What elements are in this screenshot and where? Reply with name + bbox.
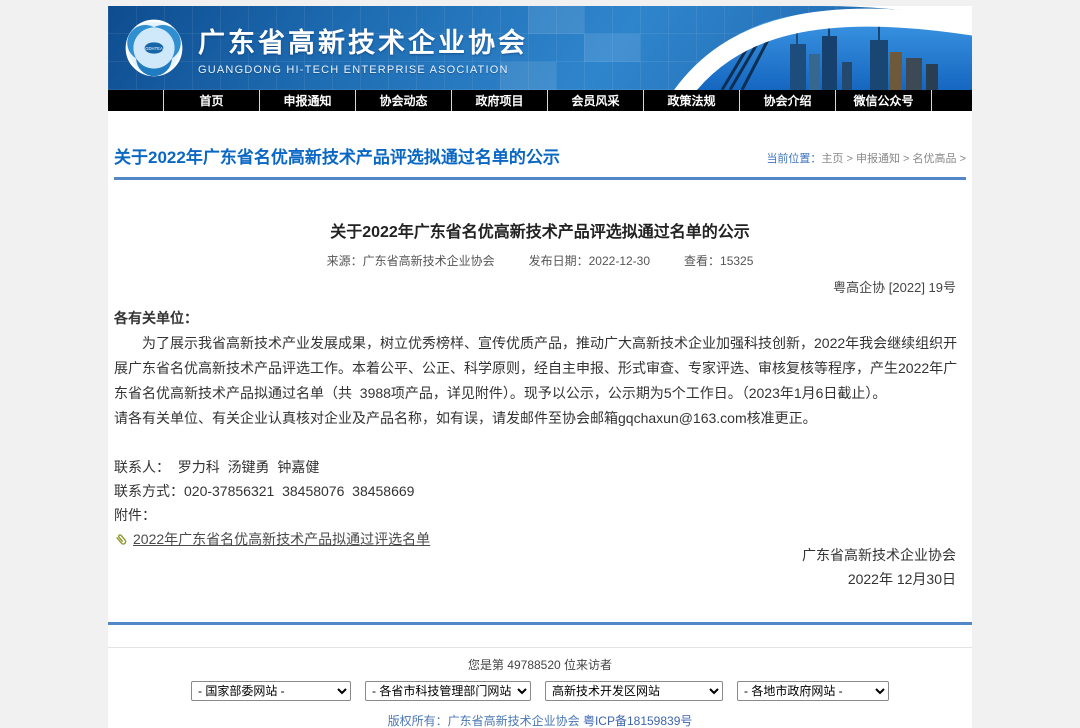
main-nav: 首页 申报通知 协会动态 政府项目 会员风采 政策法规 协会介绍 微信公众号 xyxy=(108,90,972,111)
breadcrumb-path[interactable]: 主页 > 申报通知 > 名优高品 > xyxy=(821,153,966,165)
content-bottom-divider xyxy=(108,622,972,625)
icp-license-link[interactable]: 粤ICP备18159839号 xyxy=(583,714,692,728)
svg-text:GDHTEA: GDHTEA xyxy=(145,46,163,51)
org-name-en: GUANGDONG HI-TECH ENTERPRISE ASOCIATION xyxy=(198,64,528,76)
meta-source: 来源：广东省高新技术企业协会 xyxy=(327,252,495,269)
visitor-counter: 您是第 49788520 位来访者 xyxy=(108,647,972,673)
article-meta: 来源：广东省高新技术企业协会 发布日期：2022-12-30 查看：15325 xyxy=(114,252,966,269)
org-name-zh: 广东省高新技术企业协会 xyxy=(198,21,528,60)
page-head: 关于2022年广东省名优高新技术产品评选拟通过名单的公示 当前位置：主页 > 申… xyxy=(114,111,966,168)
friendly-links-row: - 国家部委网站 - - 各省市科技管理部门网站 - 高新技术开发区网站 - 各… xyxy=(108,681,972,701)
select-hitech-zones[interactable]: 高新技术开发区网站 xyxy=(545,681,723,701)
nav-item-wechat[interactable]: 微信公众号 xyxy=(836,90,932,111)
title-divider xyxy=(114,177,966,180)
nav-spacer xyxy=(108,90,164,111)
nav-item-home[interactable]: 首页 xyxy=(164,90,260,111)
page-container: GDHTEA 广东省高新技术企业协会 GUANGDONG HI-TECH ENT… xyxy=(108,6,972,728)
banner-titles: 广东省高新技术企业协会 GUANGDONG HI-TECH ENTERPRISE… xyxy=(198,21,528,76)
select-national-ministries[interactable]: - 国家部委网站 - xyxy=(191,681,351,701)
nav-item-notices[interactable]: 申报通知 xyxy=(260,90,356,111)
salutation: 各有关单位： xyxy=(114,308,966,328)
nav-item-gov-projects[interactable]: 政府项目 xyxy=(452,90,548,111)
banner-content: GDHTEA 广东省高新技术企业协会 GUANGDONG HI-TECH ENT… xyxy=(108,6,972,90)
body-paragraph-2: 请各有关单位、有关企业认真核对企业及产品名称，如有误，请发邮件至协会邮箱gqch… xyxy=(114,406,966,431)
nav-item-about[interactable]: 协会介绍 xyxy=(740,90,836,111)
select-city-governments[interactable]: - 各地市政府网站 - xyxy=(737,681,889,701)
nav-fill xyxy=(932,90,972,111)
signature-date: 2022年 12月30日 xyxy=(802,567,956,591)
copyright-row: 版权所有：广东省高新技术企业协会 粤ICP备18159839号 xyxy=(108,712,972,728)
nav-item-association-news[interactable]: 协会动态 xyxy=(356,90,452,111)
copyright-text: 版权所有：广东省高新技术企业协会 xyxy=(388,714,580,728)
meta-views: 查看：15325 xyxy=(684,252,753,269)
meta-date: 发布日期：2022-12-30 xyxy=(529,252,650,269)
footer: 您是第 49788520 位来访者 - 国家部委网站 - - 各省市科技管理部门… xyxy=(108,647,972,728)
document-number: 粤高企协 [2022] 19号 xyxy=(114,277,966,296)
association-logo[interactable]: GDHTEA xyxy=(124,18,184,78)
page-title: 关于2022年广东省名优高新技术产品评选拟通过名单的公示 xyxy=(114,143,560,168)
contact-block: 联系人： 罗力科 汤键勇 钟嘉健 联系方式：020-37856321 38458… xyxy=(114,455,966,549)
header-banner: GDHTEA 广东省高新技术企业协会 GUANGDONG HI-TECH ENT… xyxy=(108,6,972,90)
signature-org: 广东省高新技术企业协会 xyxy=(802,543,956,567)
nav-item-member-showcase[interactable]: 会员风采 xyxy=(548,90,644,111)
contact-phone: 联系方式：020-37856321 38458076 38458669 xyxy=(114,479,966,503)
body-paragraph-1: 为了展示我省高新技术产业发展成果，树立优秀榜样、宣传优质产品，推动广大高新技术企… xyxy=(114,331,966,406)
paperclip-icon xyxy=(111,528,132,549)
attachment-link[interactable]: 2022年广东省名优高新技术产品拟通过评选名单 xyxy=(133,529,430,549)
article-title: 关于2022年广东省名优高新技术产品评选拟通过名单的公示 xyxy=(114,218,966,242)
breadcrumb: 当前位置：主页 > 申报通知 > 名优高品 > xyxy=(766,150,966,168)
browser-viewport: GDHTEA 广东省高新技术企业协会 GUANGDONG HI-TECH ENT… xyxy=(0,0,1080,728)
nav-item-policies[interactable]: 政策法规 xyxy=(644,90,740,111)
contact-person: 联系人： 罗力科 汤键勇 钟嘉健 xyxy=(114,455,966,479)
select-provincial-sci-tech[interactable]: - 各省市科技管理部门网站 - xyxy=(365,681,531,701)
breadcrumb-label: 当前位置： xyxy=(766,153,821,165)
signature-block: 广东省高新技术企业协会 2022年 12月30日 xyxy=(802,543,956,591)
attachment-label: 附件： xyxy=(114,503,966,527)
article-area: 关于2022年广东省名优高新技术产品评选拟通过名单的公示 当前位置：主页 > 申… xyxy=(108,111,972,613)
